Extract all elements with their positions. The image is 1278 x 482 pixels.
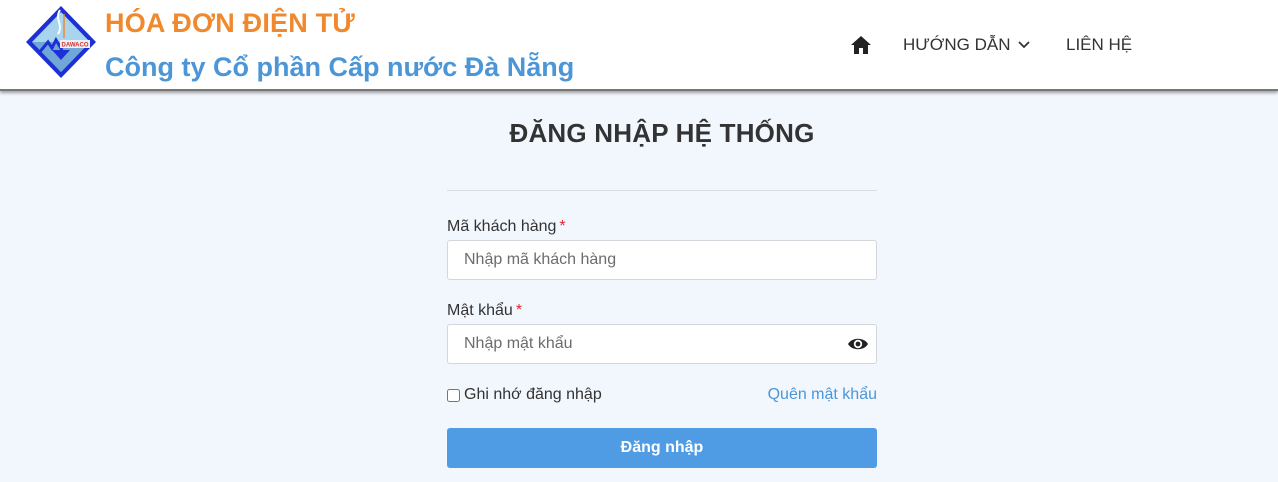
required-mark: * — [559, 218, 566, 235]
remember-me-label: Ghi nhớ đăng nhập — [464, 386, 602, 403]
nav-home-link[interactable] — [850, 33, 872, 57]
nav-contact-link[interactable]: LIÊN HỆ — [1066, 33, 1132, 57]
nav-guide-menu[interactable]: HƯỚNG DẪN — [903, 33, 1031, 57]
brand-subtitle: Công ty Cổ phần Cấp nước Đà Nẵng — [105, 52, 575, 82]
required-mark: * — [515, 302, 523, 319]
logo-text: DAWACO — [62, 43, 89, 49]
customer-id-input[interactable] — [447, 240, 877, 280]
customer-id-label-text: Mã khách hàng — [447, 218, 557, 235]
remember-me-checkbox[interactable] — [447, 388, 460, 402]
site-header: DAWACO HÓA ĐƠN ĐIỆN TỬ Công ty Cổ phần C… — [0, 0, 1278, 91]
login-button[interactable]: Đăng nhập — [447, 428, 877, 468]
dawaco-logo[interactable]: DAWACO — [24, 4, 98, 80]
password-label: Mật khẩu * — [447, 302, 522, 320]
page-title: ĐĂNG NHẬP HỆ THỐNG — [509, 118, 815, 148]
eye-icon[interactable] — [847, 334, 869, 354]
customer-id-label: Mã khách hàng * — [447, 218, 566, 236]
brand-title: HÓA ĐƠN ĐIỆN TỬ — [105, 8, 355, 38]
password-label-text: Mật khẩu — [447, 302, 513, 319]
home-icon — [851, 36, 871, 54]
title-divider — [447, 190, 877, 191]
nav-guide-label: HƯỚNG DẪN — [903, 35, 1011, 54]
password-input[interactable] — [447, 324, 877, 364]
chevron-down-icon — [1017, 40, 1031, 50]
forgot-password-link[interactable]: Quên mật khẩu — [768, 386, 877, 404]
remember-me[interactable]: Ghi nhớ đăng nhập — [447, 386, 602, 404]
